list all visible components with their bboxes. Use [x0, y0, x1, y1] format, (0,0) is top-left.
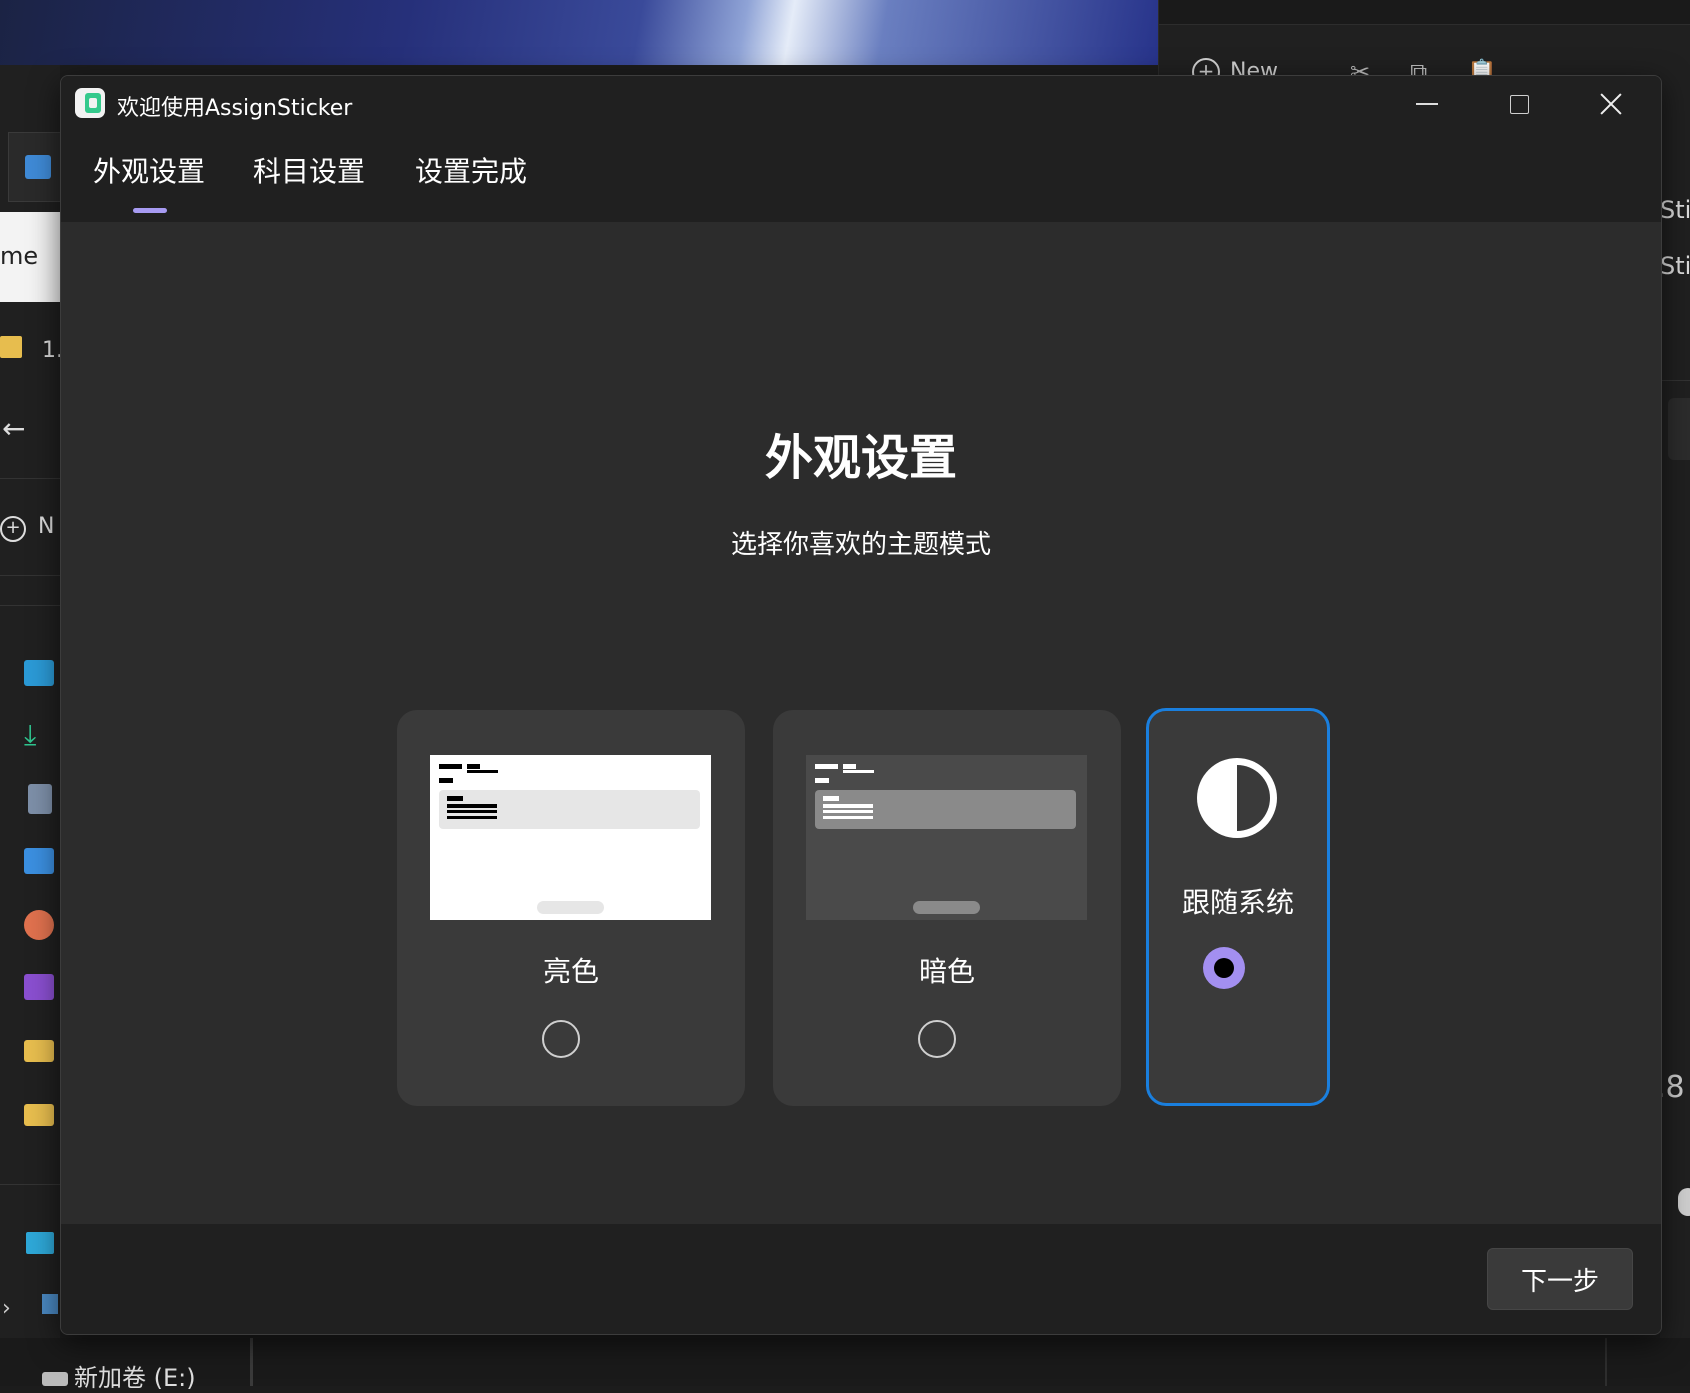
pictures-icon — [24, 848, 54, 874]
next-button[interactable]: 下一步 — [1487, 1248, 1633, 1310]
maximize-icon — [1509, 94, 1529, 114]
folder-icon — [0, 336, 22, 358]
background-file-label: Sti — [1660, 252, 1690, 280]
theme-light-radio[interactable] — [542, 1020, 580, 1058]
explorer-icon — [25, 155, 51, 179]
folder-icon — [24, 1104, 54, 1126]
documents-icon — [28, 784, 52, 814]
music-icon — [24, 910, 54, 940]
theme-card-light[interactable]: 亮色 — [397, 710, 745, 1106]
tab-appearance[interactable]: 外观设置 — [93, 150, 205, 190]
dark-theme-preview — [806, 755, 1087, 920]
half-circle-contrast-icon — [1197, 758, 1277, 838]
light-theme-preview — [430, 755, 711, 920]
theme-card-system[interactable]: 跟随系统 — [1146, 708, 1330, 1106]
title-bar[interactable]: 欢迎使用AssignSticker — [61, 76, 1661, 132]
background-new-item: + N — [0, 514, 54, 542]
minimize-icon — [1416, 103, 1438, 105]
folder-icon — [24, 1040, 54, 1062]
tab-subjects[interactable]: 科目设置 — [253, 150, 365, 190]
content-area: 外观设置 选择你喜欢的主题模式 亮色 暗色 跟随系统 — [61, 222, 1661, 1234]
background-file-label: Sti — [1660, 196, 1690, 224]
desktop-wallpaper — [0, 0, 1158, 65]
page-subtitle: 选择你喜欢的主题模式 — [730, 530, 991, 560]
window-title: 欢迎使用AssignSticker — [117, 96, 353, 121]
drive-icon — [42, 1372, 68, 1386]
tab-bar: 外观设置 科目设置 设置完成 — [61, 132, 1661, 222]
minimize-button[interactable] — [1381, 76, 1473, 132]
close-icon — [1600, 93, 1622, 115]
theme-system-label: 跟随系统 — [1181, 886, 1294, 919]
page-title: 外观设置 — [764, 430, 957, 486]
app-icon — [75, 88, 105, 118]
theme-dark-label: 暗色 — [918, 955, 975, 988]
maximize-button[interactable] — [1473, 76, 1565, 132]
this-pc-icon — [26, 1232, 54, 1254]
downloads-icon: ⤓ — [24, 718, 37, 751]
background-explorer-tab — [8, 132, 61, 202]
desktop-icon — [24, 660, 54, 686]
welcome-dialog: 欢迎使用AssignSticker 外观设置 科目设置 设置完成 外观设置 选择… — [60, 75, 1662, 1335]
background-home-item: me — [0, 212, 60, 302]
theme-system-radio[interactable] — [1203, 947, 1245, 989]
network-icon — [42, 1294, 58, 1314]
plus-icon: + — [0, 516, 26, 542]
videos-icon — [24, 974, 54, 1000]
footer-bar: 下一步 — [61, 1224, 1661, 1334]
close-button[interactable] — [1565, 76, 1657, 132]
tab-selected-indicator — [133, 208, 167, 213]
background-drive-item: 新加卷 (E:) — [42, 1358, 196, 1393]
tab-finish[interactable]: 设置完成 — [415, 150, 527, 190]
theme-dark-radio[interactable] — [918, 1020, 956, 1058]
back-arrow-icon: ← — [2, 412, 26, 445]
theme-light-label: 亮色 — [542, 955, 599, 988]
theme-card-dark[interactable]: 暗色 — [773, 710, 1121, 1106]
chevron-right-icon: › — [2, 1296, 11, 1321]
